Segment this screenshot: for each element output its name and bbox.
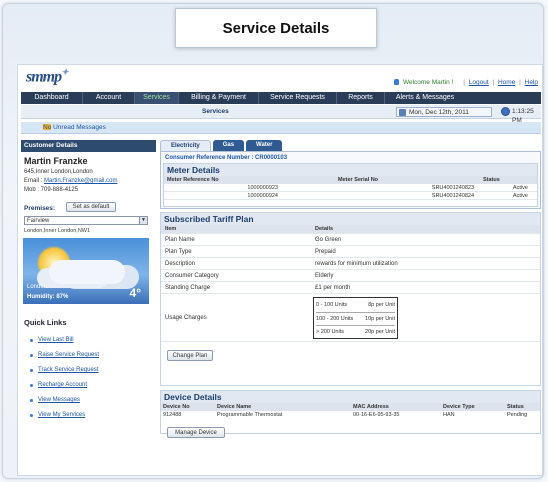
welcome-text: Welcome Martin ! bbox=[402, 79, 454, 86]
customer-mobile: Mob : 709-888-4125 bbox=[24, 187, 79, 193]
clock-icon bbox=[501, 107, 510, 116]
device-table-header: Device No Device Name MAC Address Device… bbox=[161, 403, 540, 411]
link-view-last-bill[interactable]: View Last Bill bbox=[30, 337, 156, 343]
table-row: 912488 Programmable Thermostat 00-16-E6-… bbox=[163, 412, 528, 418]
message-bar: No Unread Messages bbox=[21, 122, 541, 134]
link-view-my-services[interactable]: View My Services bbox=[30, 412, 156, 418]
premise-location: London,Inner London,NW1 bbox=[24, 228, 91, 234]
main-nav: Dashboard Account Services Billing & Pay… bbox=[21, 92, 541, 104]
meter-table-header: Meter Reference No Meter Serial No Statu… bbox=[164, 176, 537, 184]
premises-label: Premises: bbox=[24, 205, 56, 212]
tariff-title: Subscribed Tariff Plan bbox=[161, 213, 540, 225]
title-card: Service Details bbox=[175, 8, 377, 48]
table-row: Consumer Category Elderly bbox=[161, 270, 540, 282]
email-link[interactable]: Martin.Franzke@gmail.com bbox=[44, 178, 117, 184]
table-row: Description rewards for minimum utilizati… bbox=[161, 258, 540, 270]
meter-panel: Consumer Reference Number : CR0000103 Me… bbox=[160, 151, 541, 209]
tab-water[interactable]: Water bbox=[246, 140, 283, 151]
link-raise-service-request[interactable]: Raise Service Request bbox=[30, 352, 156, 358]
logo: smmp✦ bbox=[26, 67, 69, 86]
change-plan-button[interactable]: Change Plan bbox=[167, 350, 213, 361]
customer-name: Martin Franzke bbox=[24, 156, 88, 166]
tariff-table-header: Item Details bbox=[161, 225, 540, 234]
table-row: Plan Type Prepaid bbox=[161, 246, 540, 258]
nav-billing[interactable]: Billing & Payment bbox=[179, 92, 259, 104]
nav-dashboard[interactable]: Dashboard bbox=[21, 92, 83, 104]
usage-tier: > 200 Units 20p per Unit bbox=[316, 325, 395, 338]
app-screen: smmp✦ Welcome Martin ! | Logout | Home |… bbox=[17, 64, 543, 476]
usage-charges-row: Usage Charges 0 - 100 Units 8p per Unit 1… bbox=[161, 294, 540, 342]
logo-mark: ✦ bbox=[61, 67, 68, 77]
usage-charges-box: 0 - 100 Units 8p per Unit 100 - 200 Units… bbox=[313, 297, 398, 339]
weather-city: London bbox=[27, 284, 48, 290]
time-display: 1:13:25 PM bbox=[500, 107, 542, 124]
date-display: Mon, Dec 12th, 2011 bbox=[396, 107, 492, 117]
calendar-icon bbox=[399, 109, 406, 116]
page-title: Service Details bbox=[222, 20, 330, 37]
logout-link[interactable]: Logout bbox=[469, 79, 489, 86]
usage-tier: 0 - 100 Units 8p per Unit bbox=[316, 302, 395, 308]
unread-messages-link[interactable]: No Unread Messages bbox=[43, 124, 106, 131]
tab-gas[interactable]: Gas bbox=[212, 140, 245, 151]
manage-device-button[interactable]: Manage Device bbox=[167, 427, 225, 438]
nav-reports[interactable]: Reports bbox=[337, 92, 385, 104]
top-links: Welcome Martin ! | Logout | Home | Help bbox=[394, 79, 538, 86]
quick-links-title: Quick Links bbox=[24, 318, 67, 327]
table-row: Plan Name Go Green bbox=[161, 234, 540, 246]
device-details-title: Device Details bbox=[161, 391, 540, 403]
section-label: Services bbox=[202, 108, 229, 115]
link-recharge-account[interactable]: Recharge Account bbox=[30, 382, 156, 388]
quick-links-list: View Last Bill Raise Service Request Tra… bbox=[30, 337, 156, 418]
usage-tier: 100 - 200 Units 10p per Unit bbox=[316, 312, 395, 325]
weather-humidity: Humidity: 87% bbox=[27, 294, 69, 300]
nav-service-requests[interactable]: Service Requests bbox=[259, 92, 337, 104]
tariff-panel: Subscribed Tariff Plan Item Details Plan… bbox=[160, 212, 541, 386]
customer-details-header: Customer Details bbox=[21, 140, 156, 152]
customer-email: Email : Martin.Franzke@gmail.com bbox=[24, 178, 118, 184]
device-panel: Device Details Device No Device Name MAC… bbox=[160, 390, 541, 438]
cloud-icon bbox=[49, 260, 125, 284]
nav-services[interactable]: Services bbox=[135, 92, 179, 104]
sidebar: Customer Details Martin Franzke 645,Inne… bbox=[21, 140, 156, 470]
table-row: 1000000924 SRU4001240824 Active bbox=[164, 192, 537, 200]
table-row: Standing Charge £1 per month bbox=[161, 282, 540, 294]
customer-address: 645,Inner London,London bbox=[24, 169, 93, 175]
link-view-messages[interactable]: View Messages bbox=[30, 397, 156, 403]
premises-select[interactable]: Fairview ▼ bbox=[24, 216, 148, 225]
premises-row: Premises: Set as default bbox=[24, 202, 156, 213]
tab-electricity[interactable]: Electricity bbox=[160, 140, 211, 151]
user-icon bbox=[394, 79, 400, 85]
meter-details-title: Meter Details bbox=[164, 164, 537, 176]
home-link[interactable]: Home bbox=[498, 79, 515, 86]
weather-widget: London Humidity: 87% 4° bbox=[23, 238, 149, 304]
utility-tabs: Electricity Gas Water bbox=[160, 140, 541, 151]
nav-account[interactable]: Account bbox=[83, 92, 135, 104]
usage-charges-label: Usage Charges bbox=[165, 315, 207, 321]
nav-alerts[interactable]: Alerts & Messages bbox=[385, 92, 465, 104]
main-content: Electricity Gas Water Consumer Reference… bbox=[160, 140, 541, 470]
weather-temp: 4° bbox=[129, 286, 141, 300]
consumer-reference: Consumer Reference Number : CR0000103 bbox=[165, 155, 288, 161]
meter-details-table: Meter Details Meter Reference No Meter S… bbox=[163, 163, 538, 207]
sub-bar: Services Mon, Dec 12th, 2011 1:13:25 PM bbox=[21, 105, 542, 124]
window-frame: Service Details smmp✦ Welcome Martin ! |… bbox=[2, 3, 544, 479]
link-track-service-request[interactable]: Track Service Request bbox=[30, 367, 156, 373]
set-default-button[interactable]: Set as default bbox=[66, 202, 116, 212]
table-row: 1000000923 SRU4001240823 Active bbox=[164, 184, 537, 192]
chevron-down-icon: ▼ bbox=[139, 217, 147, 224]
help-link[interactable]: Help bbox=[525, 79, 538, 86]
